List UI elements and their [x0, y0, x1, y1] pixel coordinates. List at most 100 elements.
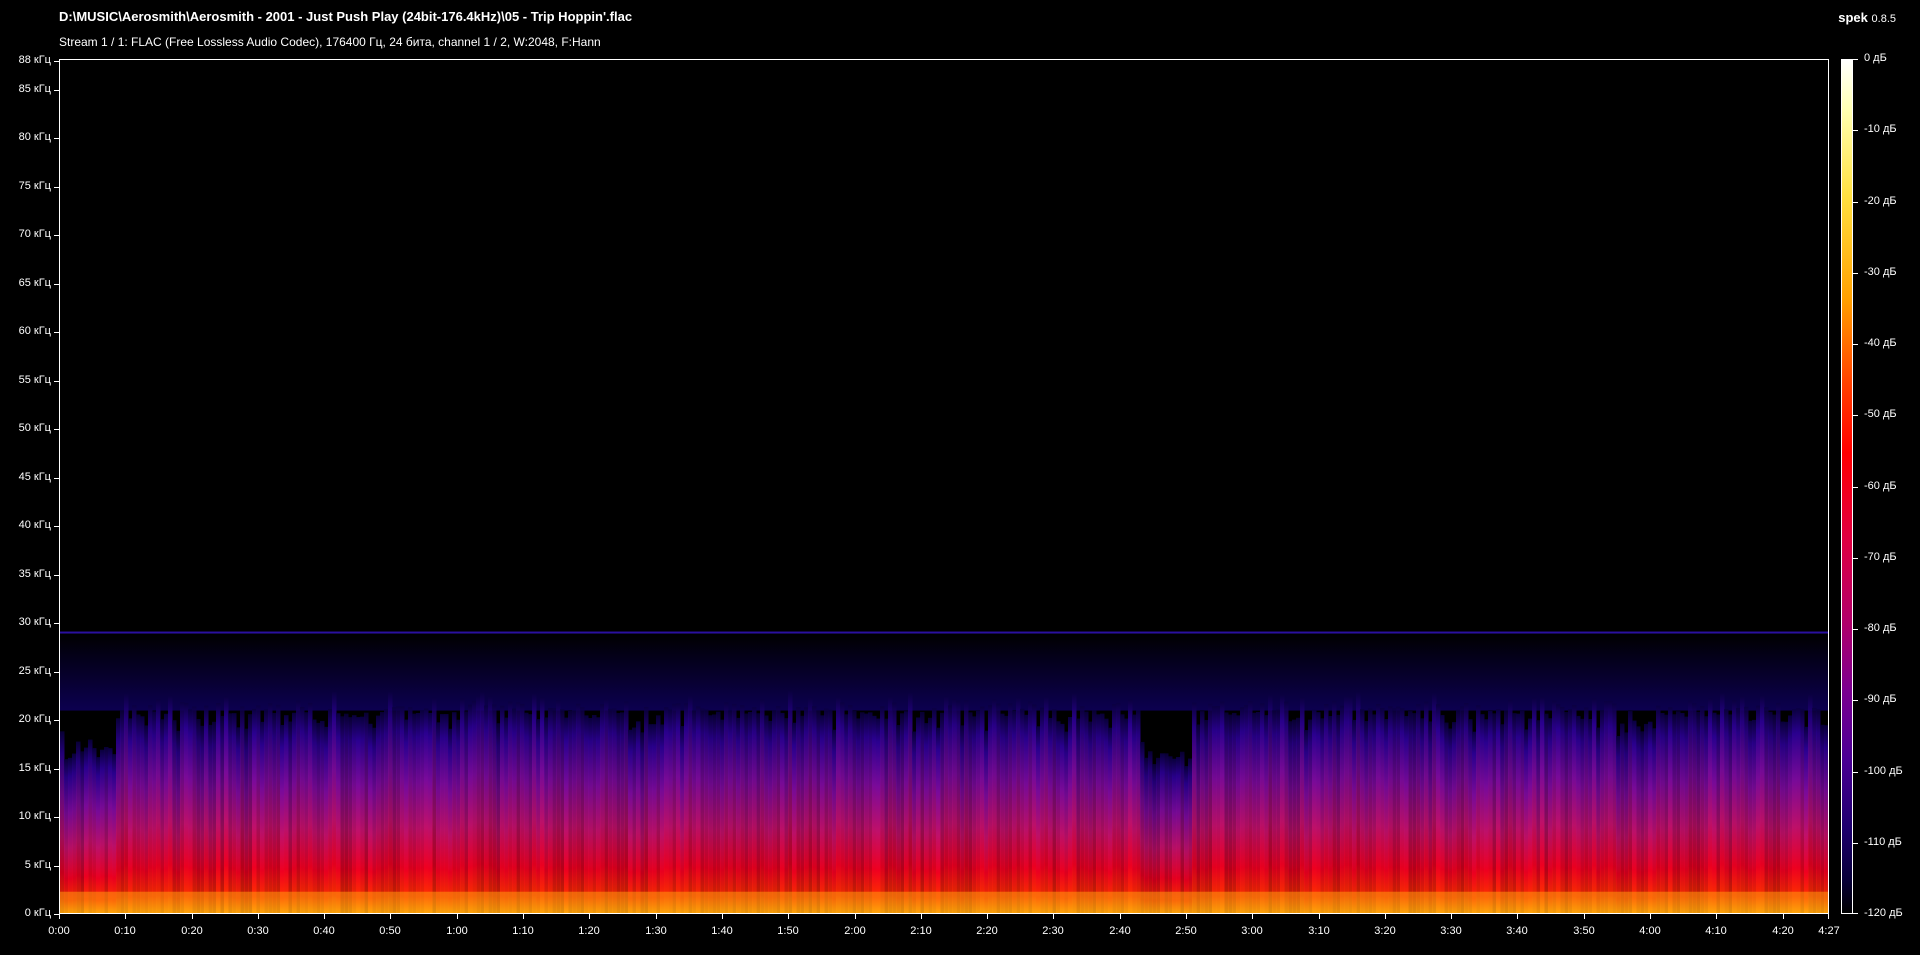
- db-tick-label: -10 дБ: [1864, 123, 1897, 135]
- x-tick: [125, 914, 126, 919]
- x-tick-label: 3:00: [1241, 925, 1263, 937]
- color-scale-bar: [1841, 59, 1853, 914]
- y-tick: [54, 720, 59, 721]
- x-tick: [1716, 914, 1717, 919]
- db-tick: [1853, 59, 1858, 60]
- y-tick-label: 85 кГц: [18, 83, 51, 95]
- x-tick: [788, 914, 789, 919]
- x-tick: [1319, 914, 1320, 919]
- x-tick-label: 0:00: [48, 925, 70, 937]
- db-tick-label: 0 дБ: [1864, 52, 1887, 64]
- y-tick-label: 25 кГц: [18, 665, 51, 677]
- db-tick-label: -80 дБ: [1864, 622, 1897, 634]
- x-tick-label: 3:20: [1374, 925, 1396, 937]
- x-tick-label: 3:10: [1308, 925, 1330, 937]
- y-tick-label: 50 кГц: [18, 422, 51, 434]
- db-tick-label: -100 дБ: [1864, 765, 1903, 777]
- db-tick: [1853, 487, 1858, 488]
- y-tick: [54, 284, 59, 285]
- x-tick: [523, 914, 524, 919]
- x-tick-label: 2:30: [1042, 925, 1064, 937]
- y-tick: [54, 235, 59, 236]
- x-tick: [855, 914, 856, 919]
- file-path-title: D:\MUSIC\Aerosmith\Aerosmith - 2001 - Ju…: [59, 9, 633, 24]
- x-tick: [987, 914, 988, 919]
- db-tick-label: -90 дБ: [1864, 693, 1897, 705]
- spek-window: D:\MUSIC\Aerosmith\Aerosmith - 2001 - Ju…: [0, 0, 1920, 955]
- y-tick: [54, 866, 59, 867]
- db-tick-label: -20 дБ: [1864, 195, 1897, 207]
- x-tick: [1783, 914, 1784, 919]
- y-tick: [54, 526, 59, 527]
- y-tick: [54, 90, 59, 91]
- y-tick-label: 45 кГц: [18, 471, 51, 483]
- y-tick-label: 35 кГц: [18, 568, 51, 580]
- x-tick: [1385, 914, 1386, 919]
- db-tick: [1853, 415, 1858, 416]
- y-tick: [54, 381, 59, 382]
- y-tick-label: 5 кГц: [24, 859, 51, 871]
- db-tick-label: -30 дБ: [1864, 266, 1897, 278]
- x-tick: [258, 914, 259, 919]
- y-tick-label: 30 кГц: [18, 616, 51, 628]
- y-tick-label: 88 кГц: [18, 54, 51, 66]
- y-tick: [54, 672, 59, 673]
- y-tick-label: 70 кГц: [18, 228, 51, 240]
- x-tick-label: 4:10: [1705, 925, 1727, 937]
- x-tick-label: 0:30: [247, 925, 269, 937]
- x-tick-label: 0:10: [114, 925, 136, 937]
- x-tick-label: 4:20: [1772, 925, 1794, 937]
- db-tick-label: -110 дБ: [1864, 836, 1902, 848]
- x-tick-label: 4:27: [1818, 925, 1840, 937]
- db-tick: [1853, 344, 1858, 345]
- x-tick: [722, 914, 723, 919]
- spectrogram-plot[interactable]: [59, 59, 1829, 914]
- app-name-label: spek: [1838, 10, 1868, 25]
- y-tick: [54, 769, 59, 770]
- x-tick-label: 3:40: [1506, 925, 1528, 937]
- y-tick: [54, 187, 59, 188]
- app-name: spek 0.8.5: [1838, 10, 1896, 25]
- y-tick: [54, 623, 59, 624]
- y-tick: [54, 429, 59, 430]
- x-tick: [324, 914, 325, 919]
- x-tick-label: 2:10: [910, 925, 932, 937]
- y-tick-label: 10 кГц: [18, 810, 51, 822]
- x-tick-label: 0:50: [379, 925, 401, 937]
- db-tick-label: -50 дБ: [1864, 408, 1897, 420]
- y-tick-label: 40 кГц: [18, 519, 51, 531]
- app-version: 0.8.5: [1871, 13, 1896, 25]
- db-tick: [1853, 843, 1858, 844]
- db-tick-label: -40 дБ: [1864, 337, 1897, 349]
- x-tick: [656, 914, 657, 919]
- x-tick-label: 4:00: [1639, 925, 1661, 937]
- x-tick-label: 1:20: [578, 925, 600, 937]
- x-tick-label: 3:50: [1573, 925, 1595, 937]
- y-tick: [54, 817, 59, 818]
- y-tick-label: 65 кГц: [18, 277, 51, 289]
- x-tick: [390, 914, 391, 919]
- x-tick: [1186, 914, 1187, 919]
- x-tick: [1584, 914, 1585, 919]
- y-tick: [54, 61, 59, 62]
- y-tick-label: 55 кГц: [18, 374, 51, 386]
- y-tick-label: 80 кГц: [18, 131, 51, 143]
- db-tick-label: -60 дБ: [1864, 480, 1897, 492]
- x-tick-label: 3:30: [1440, 925, 1462, 937]
- db-tick: [1853, 772, 1858, 773]
- x-tick: [457, 914, 458, 919]
- db-tick-label: -70 дБ: [1864, 551, 1897, 563]
- x-tick: [1650, 914, 1651, 919]
- stream-info: Stream 1 / 1: FLAC (Free Lossless Audio …: [59, 35, 601, 49]
- x-tick: [1828, 914, 1829, 919]
- y-tick-label: 0 кГц: [24, 907, 51, 919]
- x-tick: [1517, 914, 1518, 919]
- db-tick: [1853, 913, 1858, 914]
- y-tick: [54, 478, 59, 479]
- x-tick-label: 2:00: [844, 925, 866, 937]
- y-tick: [54, 138, 59, 139]
- y-tick: [54, 575, 59, 576]
- x-tick: [1252, 914, 1253, 919]
- db-tick: [1853, 202, 1858, 203]
- x-tick-label: 1:00: [446, 925, 468, 937]
